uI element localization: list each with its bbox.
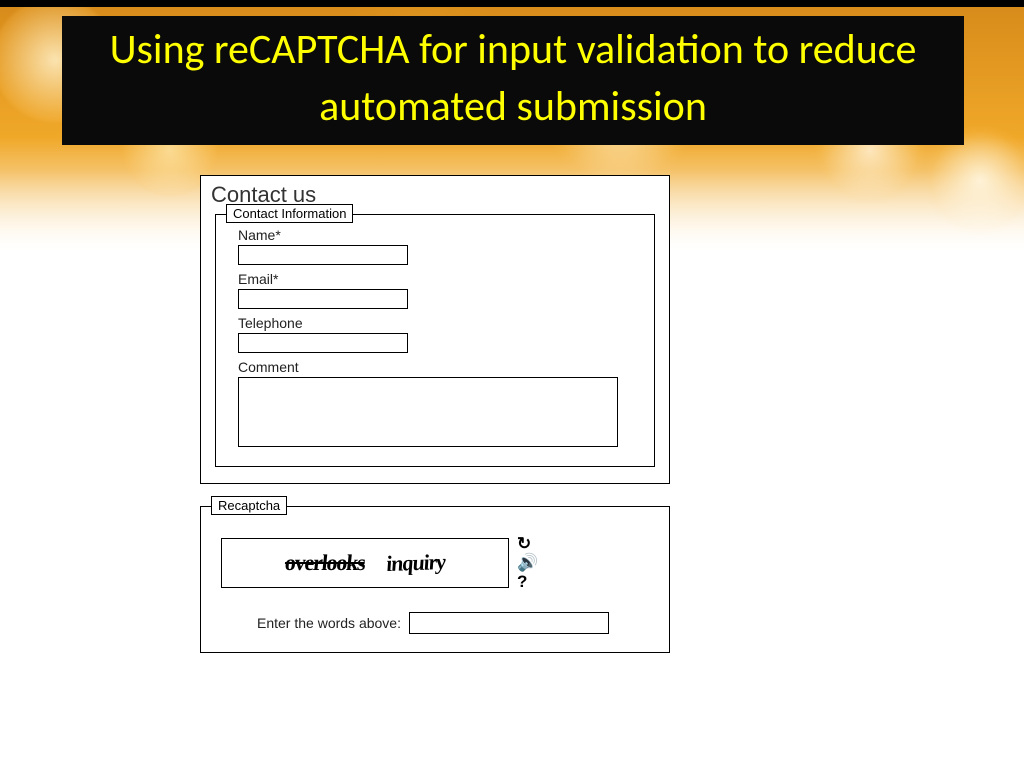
telephone-field-group: Telephone	[238, 315, 640, 353]
captcha-answer-row: Enter the words above:	[257, 612, 655, 634]
captcha-answer-input[interactable]	[409, 612, 609, 634]
email-field-group: Email*	[238, 271, 640, 309]
captcha-challenge-image: overlooks inquiry	[221, 538, 509, 588]
telephone-label: Telephone	[238, 315, 640, 331]
form-stack: Contact us Contact Information Name* Ema…	[200, 175, 670, 653]
comment-textarea[interactable]	[238, 377, 618, 447]
captcha-word-1: overlooks	[283, 549, 365, 576]
comment-field-group: Comment	[238, 359, 640, 452]
slide-title: Using reCAPTCHA for input validation to …	[62, 16, 964, 145]
captcha-controls: ↻ 🔊 ?	[517, 535, 538, 590]
captcha-row: overlooks inquiry ↻ 🔊 ?	[221, 535, 655, 590]
refresh-captcha-icon[interactable]: ↻	[517, 535, 538, 552]
contact-information-legend: Contact Information	[226, 204, 353, 223]
captcha-word-2: inquiry	[385, 548, 447, 576]
help-captcha-icon[interactable]: ?	[517, 573, 538, 590]
comment-label: Comment	[238, 359, 640, 375]
recaptcha-panel: Recaptcha overlooks inquiry ↻ 🔊 ? Enter …	[200, 506, 670, 653]
top-border	[0, 0, 1024, 7]
captcha-answer-label: Enter the words above:	[257, 615, 401, 631]
telephone-input[interactable]	[238, 333, 408, 353]
name-field-group: Name*	[238, 227, 640, 265]
recaptcha-legend: Recaptcha	[211, 496, 287, 515]
contact-us-panel: Contact us Contact Information Name* Ema…	[200, 175, 670, 484]
contact-information-fieldset: Contact Information Name* Email* Telepho…	[215, 214, 655, 467]
name-label: Name*	[238, 227, 640, 243]
email-input[interactable]	[238, 289, 408, 309]
email-label: Email*	[238, 271, 640, 287]
audio-captcha-icon[interactable]: 🔊	[517, 554, 538, 571]
name-input[interactable]	[238, 245, 408, 265]
